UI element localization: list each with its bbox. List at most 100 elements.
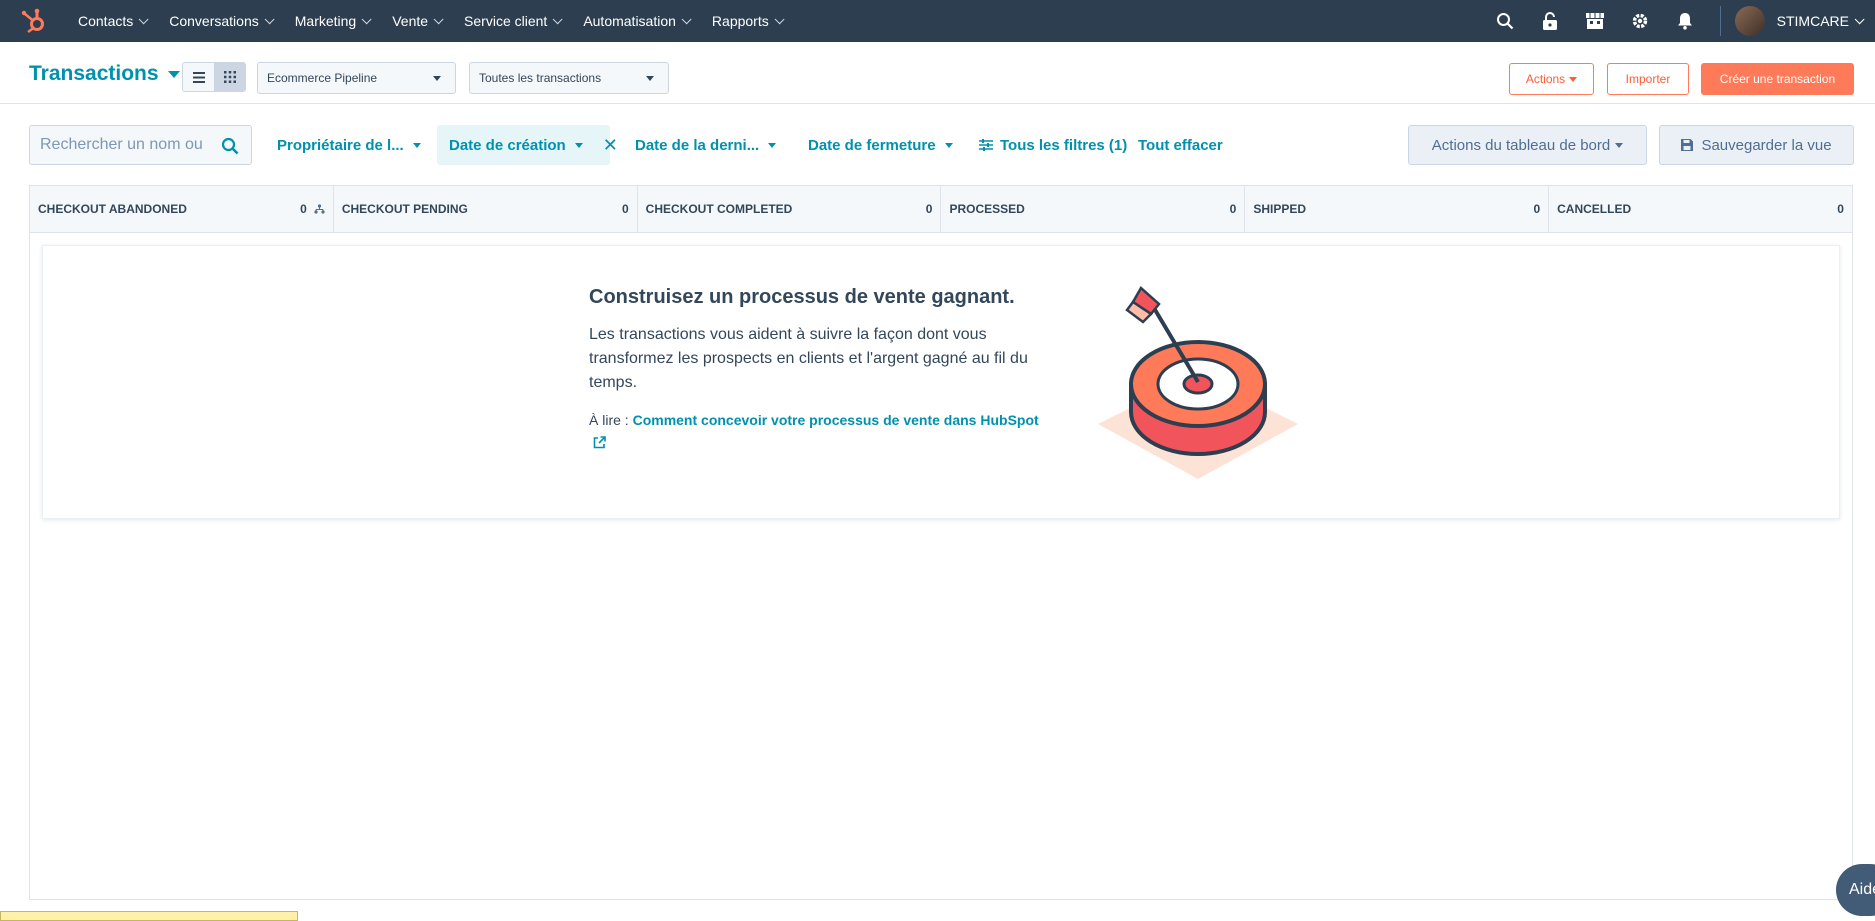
account-name: STIMCARE [1776,13,1849,29]
import-button[interactable]: Importer [1607,63,1689,95]
unlock-icon[interactable] [1528,0,1573,42]
caret-down-icon [574,142,583,148]
stage-name: CHECKOUT COMPLETED [645,202,793,216]
last-activity-filter[interactable]: Date de la derni... [635,125,777,165]
search-icon[interactable] [1483,0,1528,42]
sliders-icon [979,139,993,151]
empty-state-card: Construisez un processus de vente gagnan… [42,245,1840,519]
nav-label: Vente [392,13,429,29]
page-title-label: Transactions [29,62,159,85]
search-input[interactable] [30,126,210,164]
view-select-value: Toutes les transactions [479,71,602,85]
notifications-icon[interactable] [1663,0,1708,42]
read-more-prefix: À lire : [589,412,633,428]
read-more: À lire : Comment concevoir votre process… [589,409,1039,455]
nav-divider [1719,6,1721,36]
stage-header-row: CHECKOUT ABANDONED 0 CHECKOUT PENDING 0 CH… [30,186,1852,233]
account-menu[interactable]: STIMCARE [1776,13,1865,29]
stage-column-header[interactable]: CHECKOUT COMPLETED 0 [636,186,941,232]
search-icon[interactable] [221,137,239,160]
nav-marketing[interactable]: Marketing [283,0,380,42]
stage-column-header[interactable]: CHECKOUT PENDING 0 [332,186,637,232]
create-deal-label: Créer une transaction [1719,72,1836,86]
pipeline-select-value: Ecommerce Pipeline [267,71,378,85]
nav-label: Service client [464,13,548,29]
help-label: Aide [1849,881,1875,898]
caret-down-icon [1615,142,1624,148]
save-view-button[interactable]: Sauvegarder la vue [1659,125,1854,165]
actions-button[interactable]: Actions [1509,63,1594,95]
nav-conversations[interactable]: Conversations [157,0,283,42]
status-bar-url [0,911,298,921]
caret-down-icon [646,76,654,81]
stage-name: PROCESSED [949,202,1025,216]
grid-icon [224,71,236,83]
board-actions-button[interactable]: Actions du tableau de bord [1408,125,1647,165]
stage-count: 0 [621,202,629,216]
create-deal-button[interactable]: Créer une transaction [1701,63,1854,95]
stage-column-header[interactable]: CHECKOUT ABANDONED 0 [30,186,333,232]
stage-name: CHECKOUT ABANDONED [38,202,187,216]
stage-column-header[interactable]: PROCESSED 0 [940,186,1244,232]
chevron-down-icon [774,13,785,24]
board-view-button[interactable] [214,63,245,91]
import-label: Importer [1625,72,1671,86]
chevron-down-icon [681,13,692,24]
help-button[interactable]: Aide [1836,864,1875,916]
read-more-link[interactable]: Comment concevoir votre processus de ven… [633,412,1039,428]
stage-column-header[interactable]: SHIPPED 0 [1244,186,1548,232]
chevron-down-icon [552,13,563,24]
list-view-button[interactable] [183,63,214,91]
owner-filter[interactable]: Propriétaire de l... [277,125,421,165]
caret-down-icon [1569,76,1578,82]
caret-down-icon [167,70,180,78]
settings-icon[interactable] [1618,0,1663,42]
all-filters-label: Tous les filtres (1) [1000,136,1128,154]
nav-label: Automatisation [583,13,676,29]
save-icon [1681,139,1694,151]
stage-name: CANCELLED [1557,202,1632,216]
all-filters-button[interactable]: Tous les filtres (1) [979,125,1127,165]
clear-all-link[interactable]: Tout effacer [1138,125,1223,165]
clear-all-label: Tout effacer [1138,136,1223,154]
nav-contacts[interactable]: Contacts [66,0,157,42]
close-date-filter[interactable]: Date de fermeture [808,125,953,165]
pipeline-select[interactable]: Ecommerce Pipeline [257,62,456,94]
nav-label: Contacts [78,13,134,29]
nav-label: Rapports [711,13,769,29]
nav-vente[interactable]: Vente [380,0,452,42]
created-date-filter[interactable]: Date de création ✕ [437,125,618,165]
automation-icon[interactable] [314,204,325,214]
chevron-down-icon [138,13,149,24]
chevron-down-icon [361,13,372,24]
marketplace-icon[interactable] [1573,0,1618,42]
hubspot-logo-icon[interactable] [0,0,66,42]
top-navigation: Contacts Conversations Marketing Vente S… [0,0,1875,42]
owner-filter-label: Propriétaire de l... [277,136,404,154]
deals-board: CHECKOUT ABANDONED 0 CHECKOUT PENDING 0 CH… [29,185,1853,900]
nav-rapports[interactable]: Rapports [700,0,793,42]
close-date-filter-label: Date de fermeture [808,136,936,154]
stage-count: 0 [925,202,933,216]
board-actions-label: Actions du tableau de bord [1431,136,1611,154]
external-link-icon[interactable] [593,436,606,449]
last-activity-filter-label: Date de la derni... [635,136,760,154]
nav-label: Conversations [169,13,259,29]
avatar[interactable] [1734,6,1765,36]
list-icon [192,71,205,83]
page-title[interactable]: Transactions [29,62,180,86]
empty-state-description: Les transactions vous aident à suivre la… [589,326,1028,391]
chevron-down-icon [1854,13,1865,24]
nav-service-client[interactable]: Service client [452,0,571,42]
stage-count: 0 [1533,202,1541,216]
stage-column-header[interactable]: CANCELLED 0 [1548,186,1852,232]
view-select[interactable]: Toutes les transactions [469,62,669,94]
nav-automatisation[interactable]: Automatisation [571,0,700,42]
empty-state-content: Construisez un processus de vente gagnan… [589,286,1039,455]
stage-name: SHIPPED [1253,202,1306,216]
stage-count: 0 [300,202,307,216]
close-icon[interactable]: ✕ [603,135,618,156]
actions-label: Actions [1525,72,1566,86]
chevron-down-icon [433,13,444,24]
caret-down-icon [944,142,953,148]
